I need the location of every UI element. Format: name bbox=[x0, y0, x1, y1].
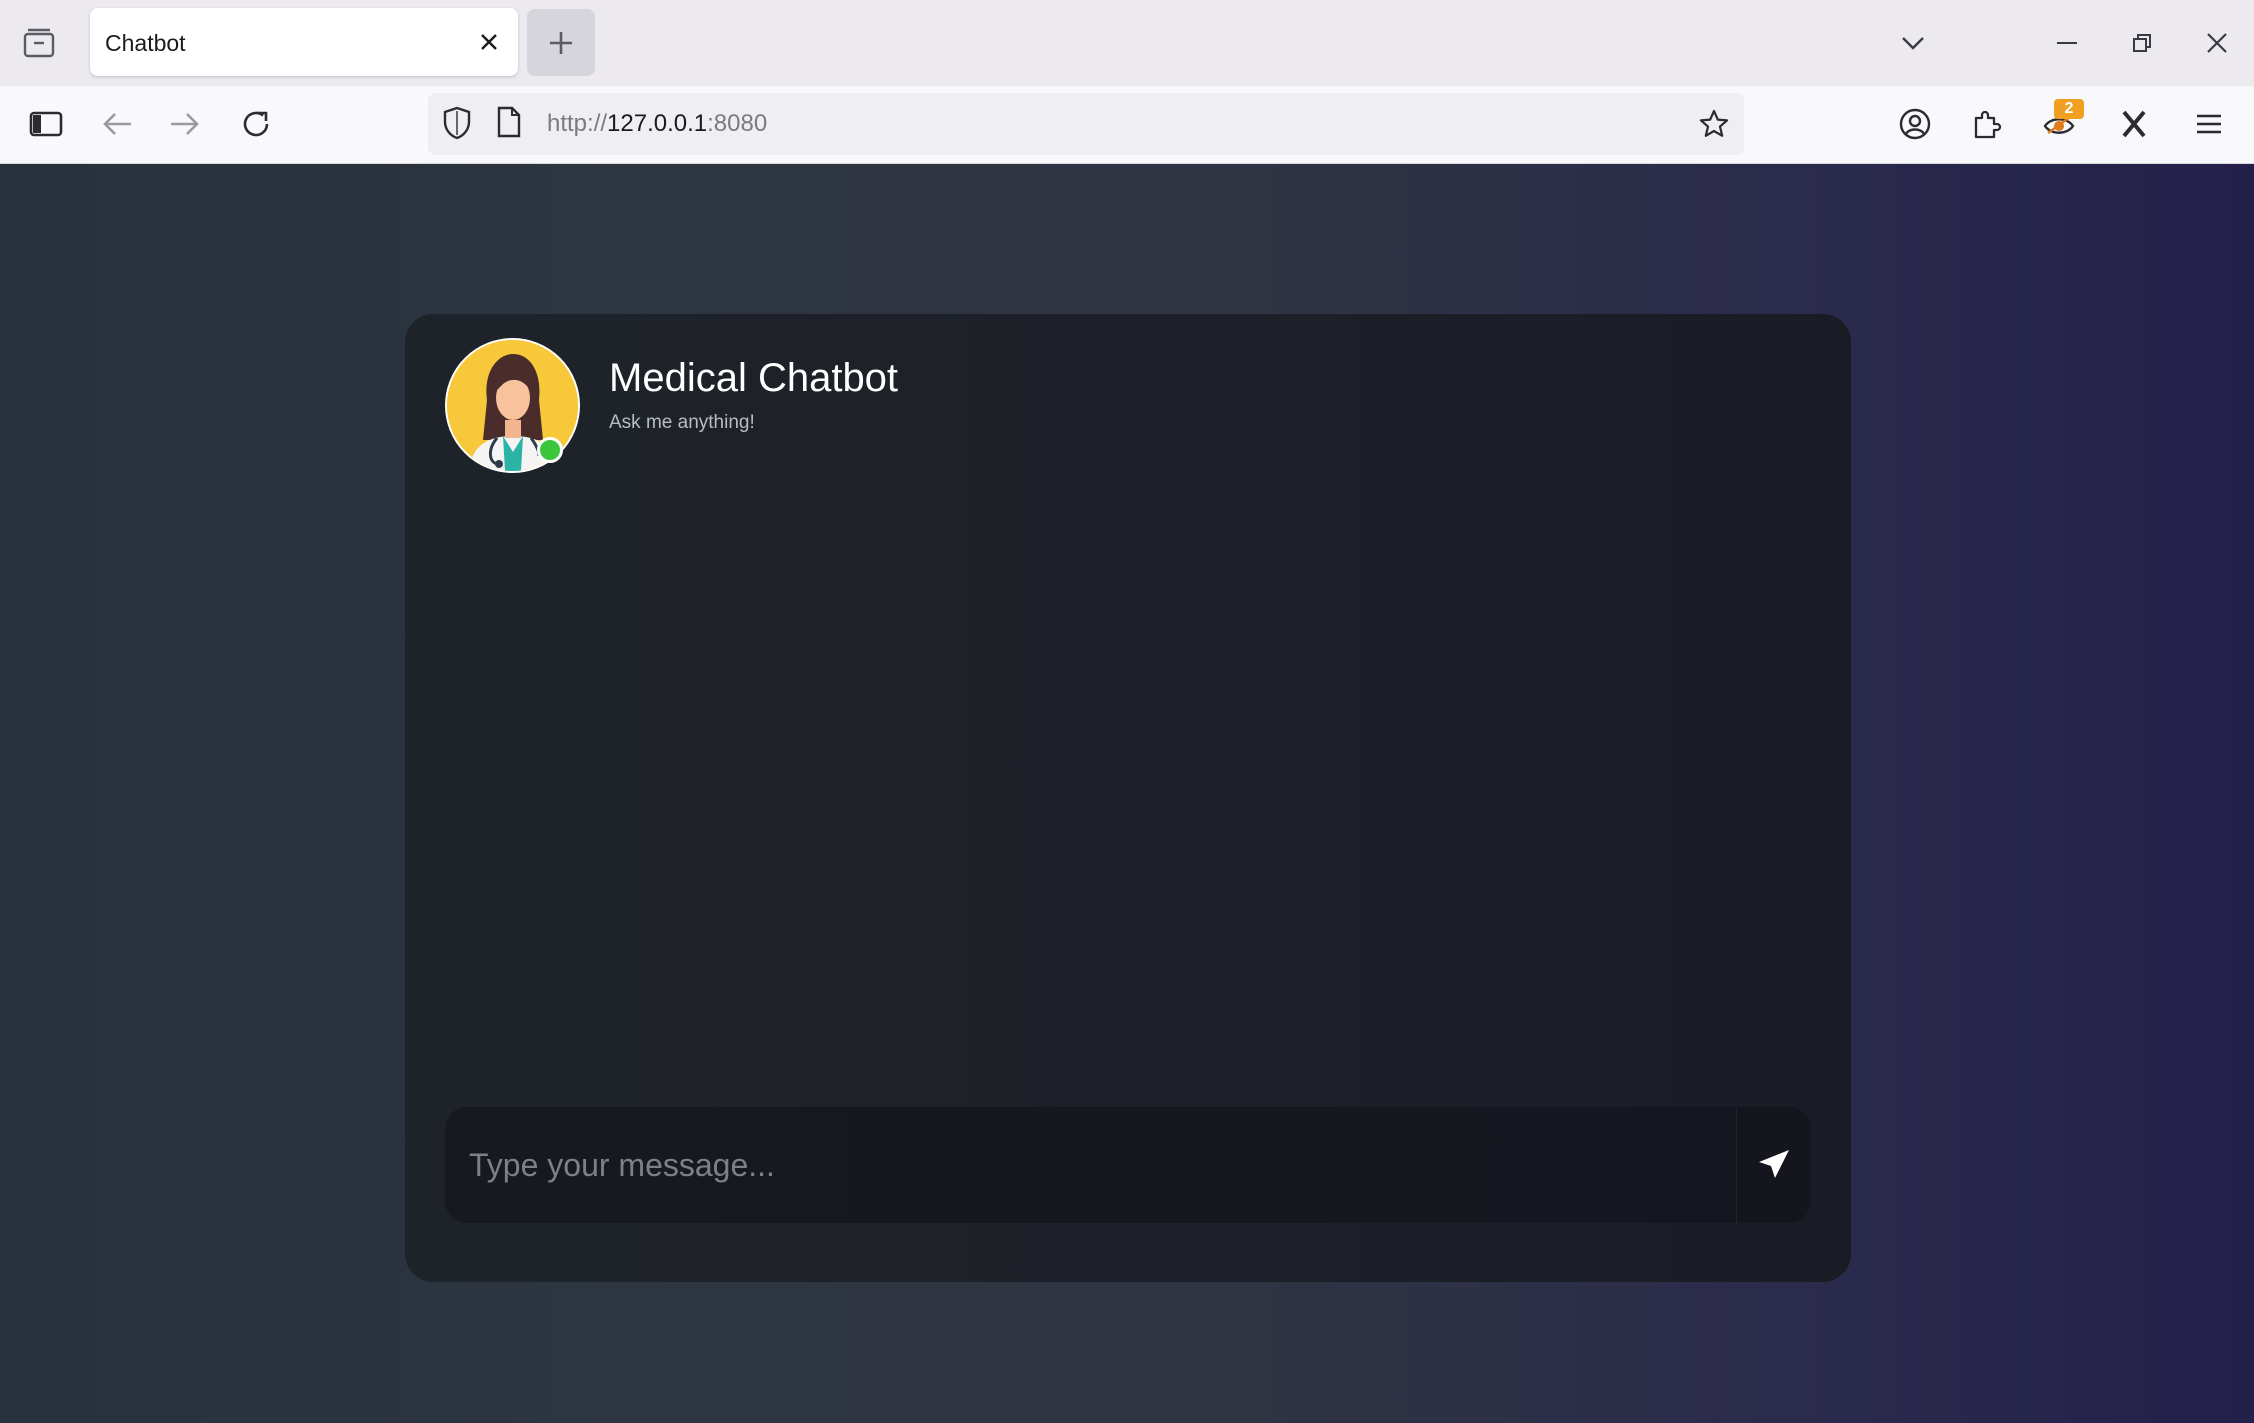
chat-card: Medical Chatbot Ask me anything! bbox=[405, 314, 1851, 1282]
tab-strip: Chatbot bbox=[0, 0, 2254, 86]
restore-icon[interactable] bbox=[2117, 18, 2167, 68]
chat-subtitle: Ask me anything! bbox=[609, 412, 755, 433]
send-button[interactable] bbox=[1736, 1107, 1811, 1223]
address-bar[interactable]: http://127.0.0.1:8080 bbox=[428, 93, 1744, 155]
tab-overview-icon[interactable] bbox=[16, 20, 62, 66]
message-composer bbox=[445, 1107, 1811, 1223]
shield-icon[interactable] bbox=[442, 106, 472, 145]
extension-badge: 2 bbox=[2054, 99, 2084, 119]
url-host: 127.0.0.1 bbox=[607, 110, 708, 137]
url-text[interactable]: http://127.0.0.1:8080 bbox=[547, 110, 767, 138]
tab-chatbot[interactable]: Chatbot bbox=[90, 8, 518, 76]
message-input[interactable] bbox=[445, 1107, 1735, 1223]
new-tab-button[interactable] bbox=[527, 9, 595, 76]
reload-icon[interactable] bbox=[231, 99, 281, 149]
back-arrow-icon[interactable] bbox=[92, 99, 142, 149]
forward-arrow-icon[interactable] bbox=[160, 99, 210, 149]
navigation-bar: http://127.0.0.1:8080 bbox=[0, 86, 2254, 164]
tab-title: Chatbot bbox=[105, 30, 186, 56]
close-tab-icon[interactable] bbox=[472, 25, 506, 59]
close-window-icon[interactable] bbox=[2192, 18, 2242, 68]
online-status-indicator bbox=[537, 437, 563, 463]
extensions-puzzle-icon[interactable] bbox=[1961, 99, 2011, 149]
plus-icon bbox=[550, 31, 572, 54]
chat-title: Medical Chatbot bbox=[609, 356, 899, 400]
chevron-down-icon[interactable] bbox=[1888, 18, 1938, 68]
account-icon[interactable] bbox=[1890, 99, 1940, 149]
url-port: :8080 bbox=[707, 110, 768, 137]
menu-hamburger-icon[interactable] bbox=[2184, 99, 2234, 149]
minimize-icon[interactable] bbox=[2042, 18, 2092, 68]
x-extension-icon[interactable] bbox=[2109, 99, 2159, 149]
bookmark-star-icon[interactable] bbox=[1694, 104, 1734, 144]
page-info-icon[interactable] bbox=[496, 106, 522, 143]
page-viewport: Medical Chatbot Ask me anything! bbox=[0, 164, 2254, 1423]
sidebar-icon[interactable] bbox=[21, 99, 71, 149]
url-scheme: http:// bbox=[547, 110, 608, 137]
send-paper-plane-icon bbox=[1759, 1150, 1789, 1178]
